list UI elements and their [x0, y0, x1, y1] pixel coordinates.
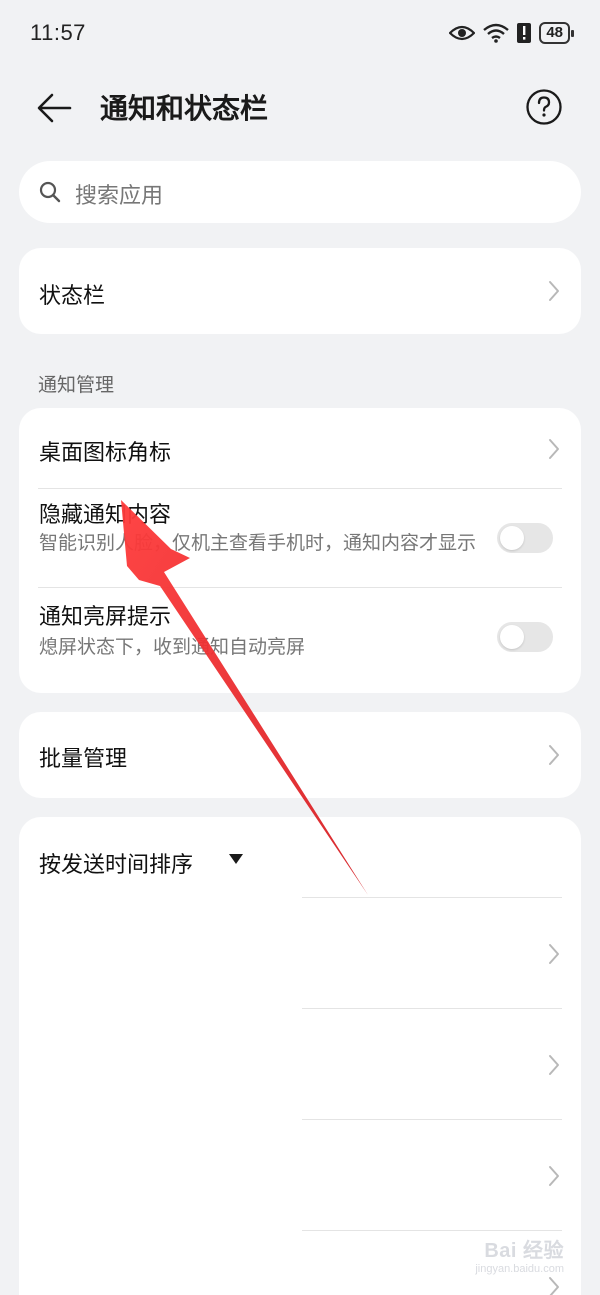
chevron-right-icon: [549, 1166, 559, 1186]
notification-settings-card: 桌面图标角标 隐藏通知内容 智能识别人脸，仅机主查看手机时，通知内容才显示 通知…: [19, 408, 581, 693]
toggle-knob: [500, 526, 524, 550]
hide-notification-content-description: 智能识别人脸，仅机主查看手机时，通知内容才显示: [39, 532, 477, 554]
notification-wake-screen-item: 通知亮屏提示 熄屏状态下，收到通知自动亮屏: [19, 588, 581, 693]
status-bar-settings-label: 状态栏: [39, 284, 106, 309]
caret-down-icon: [229, 854, 243, 864]
app-list-card: 按发送时间排序: [19, 817, 581, 1295]
search-input[interactable]: 搜索应用: [19, 161, 581, 223]
app-icon-badge-label: 桌面图标角标: [39, 441, 172, 466]
hide-notification-content-item: 隐藏通知内容 智能识别人脸，仅机主查看手机时，通知内容才显示: [19, 489, 581, 587]
watermark-url-text: jingyan.baidu.com: [475, 1263, 564, 1275]
toggle-knob: [500, 625, 524, 649]
notification-wake-screen-description: 熄屏状态下，收到通知自动亮屏: [39, 636, 306, 658]
alert-icon: [517, 23, 532, 43]
help-icon[interactable]: [525, 88, 563, 126]
back-arrow-icon[interactable]: [34, 88, 74, 128]
list-item[interactable]: [19, 1009, 581, 1119]
chevron-right-icon: [549, 944, 559, 964]
eye-icon: [449, 25, 476, 41]
watermark-logo: Bai 经验 jingyan.baidu.com: [475, 1234, 564, 1275]
list-item[interactable]: [19, 1120, 581, 1230]
hide-notification-content-label: 隐藏通知内容: [39, 503, 172, 528]
sort-dropdown[interactable]: 按发送时间排序: [19, 817, 279, 897]
chevron-right-icon: [549, 281, 559, 301]
section-label-notification: 通知管理: [38, 374, 115, 396]
header: 通知和状态栏: [0, 70, 600, 142]
page-title: 通知和状态栏: [100, 92, 269, 125]
batch-manage-label: 批量管理: [39, 747, 128, 772]
search-placeholder: 搜索应用: [75, 184, 164, 209]
search-icon: [39, 181, 61, 203]
chevron-right-icon: [549, 439, 559, 459]
notification-wake-screen-toggle[interactable]: [497, 622, 553, 652]
sort-dropdown-label: 按发送时间排序: [39, 853, 194, 878]
chevron-right-icon: [549, 745, 559, 765]
wifi-icon: [483, 23, 510, 43]
list-item[interactable]: [19, 898, 581, 1008]
status-bar-settings-item[interactable]: 状态栏: [19, 248, 581, 334]
batch-manage-item[interactable]: 批量管理: [19, 712, 581, 798]
battery-icon: 48: [539, 22, 574, 44]
chevron-right-icon: [549, 1277, 559, 1295]
hide-notification-content-toggle[interactable]: [497, 523, 553, 553]
notification-wake-screen-label: 通知亮屏提示: [39, 605, 172, 630]
watermark-main-text: Bai 经验: [484, 1240, 564, 1262]
chevron-right-icon: [549, 1055, 559, 1075]
status-time: 11:57: [30, 20, 86, 45]
status-icons: 48: [449, 22, 574, 44]
status-bar: 11:57 48: [0, 0, 600, 70]
app-icon-badge-item[interactable]: 桌面图标角标: [19, 408, 581, 488]
